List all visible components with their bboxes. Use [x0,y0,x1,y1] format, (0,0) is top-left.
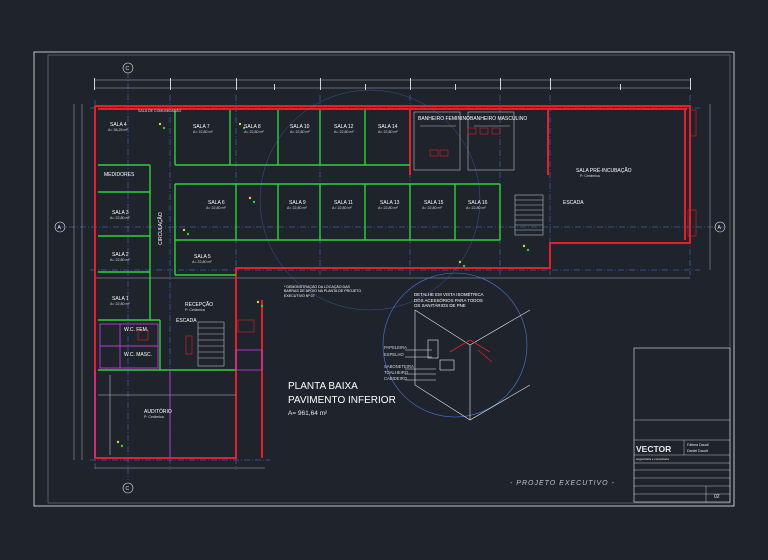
room-recepcao: RECEPÇÃO [185,301,213,308]
room-sala-10-area: A= 22,80 m² [290,130,310,134]
room-wc-fem: W.C. FEM. [124,327,148,333]
room-sala-7-area: A= 22,80 m² [193,130,213,134]
detail-label-espelho: ESPELHO [384,352,405,357]
room-auditorio-finish: P: Cerâmica [144,415,164,419]
room-sala-12-area: A= 22,80 m² [334,130,354,134]
detail-label-saboneteira: SABONETEIRA [384,364,414,369]
room-comunicacao: SALA DE COMUNICAÇÃO [138,108,182,113]
title-block [633,347,731,503]
accessible-note: * DEMONSTRAÇÃO DA LOCAÇÃO DAS BARRAS DE … [284,285,361,298]
detail-label-papeleira: PAPELEIRA [384,345,407,350]
cad-drawing-sheet: C A A C SALA 4 A= 36,25 m² SALA DE COMUN… [33,51,735,507]
room-sala-14-area: A= 22,80 m² [378,130,398,134]
room-escada-right: ESCADA [563,200,584,206]
detail-title: DETALHE EM VISTA ISOMÉTRICA DOS ACESSÓRI… [414,292,483,308]
isometric-accessories [449,339,493,363]
drawing-area: A= 961,64 m² [288,410,328,417]
room-sala-8-area: A= 22,80 m² [244,130,264,134]
section-marker-a-left: A [58,225,62,231]
room-sala-3-area: A= 22,80 m² [110,216,130,220]
isometric-detail [405,309,531,421]
room-sala-5-area: A= 22,80 m² [192,260,212,264]
company-subtitle: engenharia e consultoria [636,457,669,461]
room-sala-2-area: A= 22,80 m² [110,258,130,262]
section-marker-c-top: C [126,66,130,72]
detail-label-toalheiro: TOALHEIRO [384,370,409,375]
room-banheiro-feminino: BANHEIRO FEMININO [418,116,470,122]
room-sala-9-area: A= 22,80 m² [287,206,307,210]
drawing-title-line2: PAVIMENTO INFERIOR [288,395,396,406]
room-sala-1-area: A= 22,80 m² [110,302,130,306]
room-sala-6-area: A= 22,80 m² [206,206,226,210]
room-sala-pre-incubacao: SALA PRÉ-INCUBAÇÃO [576,167,632,174]
room-sala-16-area: A= 22,80 m² [466,206,486,210]
drawing-title-line1: PLANTA BAIXA [288,381,358,392]
detail-label-cabideiro: CABIDEIRO [384,376,408,381]
project-stage: - PROJETO EXECUTIVO - [510,480,615,487]
room-sala-pre-finish: P: Cerâmica [580,174,600,178]
section-marker-c-bottom: C [126,486,130,492]
author-2: Daniel Daudt [687,449,708,453]
door-marks [137,109,697,355]
room-sala-13-area: A= 22,80 m² [378,206,398,210]
room-medidores: MEDIDORES [104,172,135,178]
room-circulacao: CIRCULAÇÃO [157,212,164,245]
company-logo: VECTOR [636,444,671,454]
outer-frame [33,51,735,507]
sheet-number: 02 [714,494,720,500]
section-marker-a-right: A [718,225,722,231]
room-sala-11-area: A= 22,80 m² [332,206,352,210]
room-banheiro-masculino: BANHEIRO MASCULINO [470,116,527,122]
room-sala-15-area: A= 22,80 m² [422,206,442,210]
room-escada-left: ESCADA [176,318,197,324]
room-sala-4-area: A= 36,25 m² [108,128,128,132]
room-wc-masc: W.C. MASC. [124,352,152,358]
author-1: Fátima Daudt [687,443,709,447]
room-recepcao-finish: P: Cerâmica [185,308,205,312]
room-auditorio: AUDITÓRIO [144,408,172,415]
